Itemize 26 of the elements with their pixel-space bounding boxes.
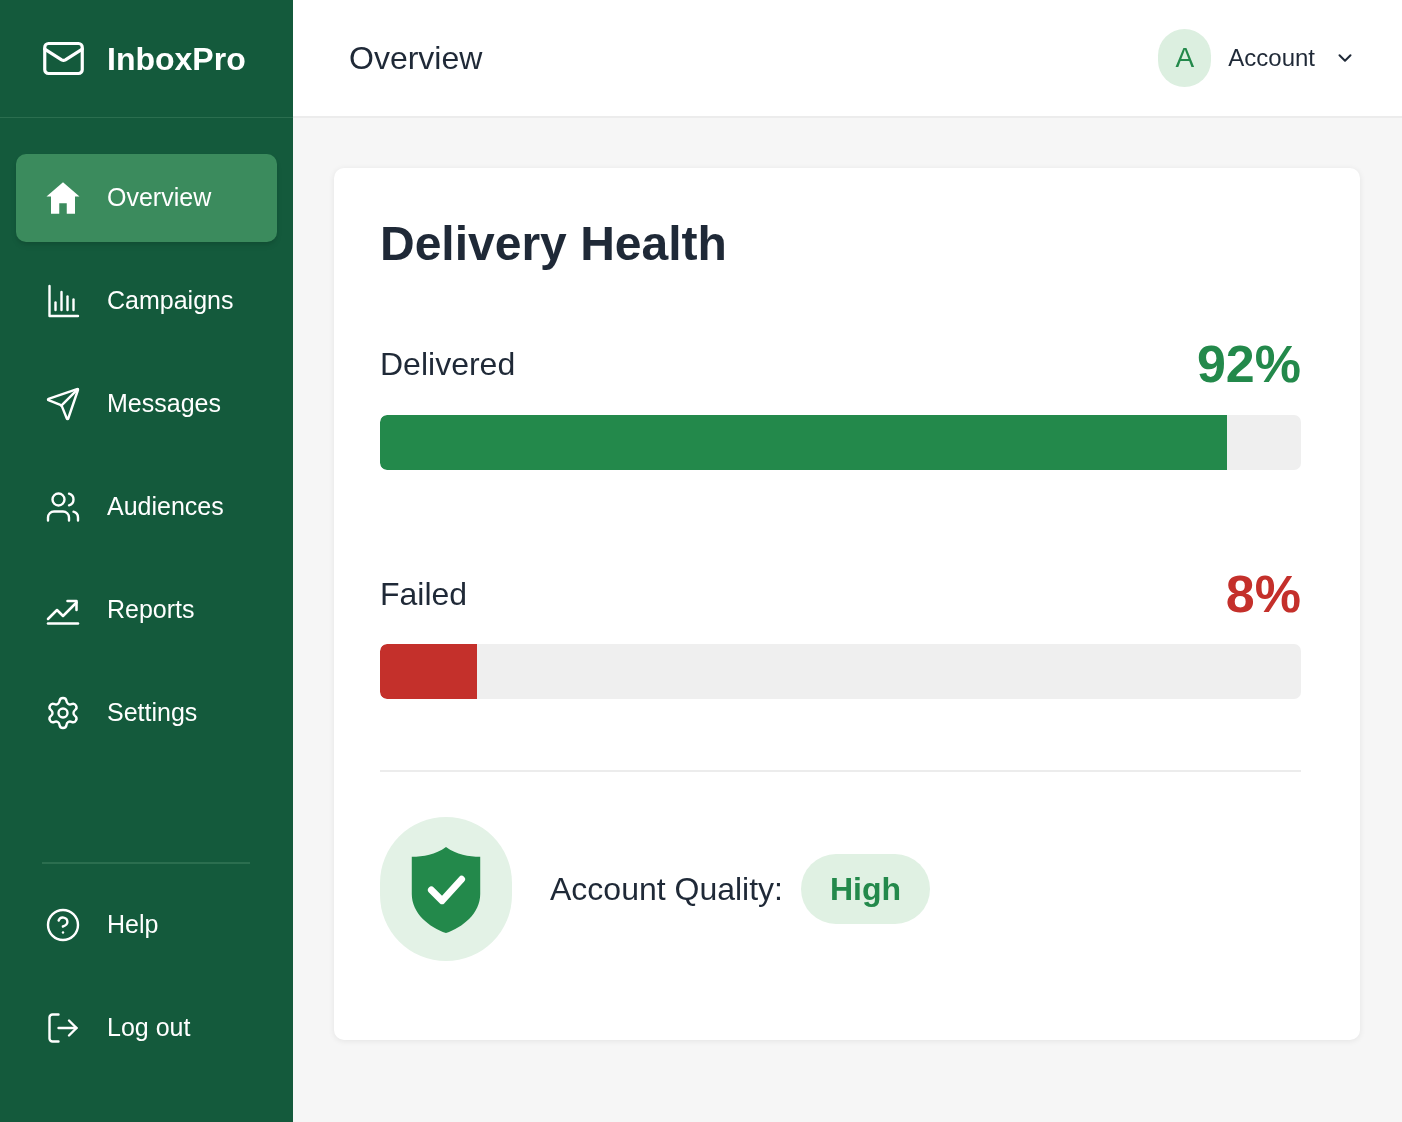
sidebar-item[interactable]: Audiences bbox=[16, 463, 277, 551]
settings-icon bbox=[45, 695, 81, 731]
logout-icon bbox=[45, 1010, 81, 1046]
paper-plane-icon bbox=[45, 386, 81, 422]
sidebar-item[interactable]: Campaigns bbox=[16, 257, 277, 345]
page-title: Overview bbox=[349, 39, 483, 78]
quality-badge: High bbox=[801, 854, 930, 924]
sidebar-item[interactable]: Settings bbox=[16, 669, 277, 757]
users-icon bbox=[45, 489, 81, 525]
sidebar-item[interactable]: Reports bbox=[16, 566, 277, 654]
sidebar-item[interactable]: Help bbox=[16, 881, 277, 969]
metric-label: Failed bbox=[380, 575, 468, 614]
sidebar-item[interactable]: Log out bbox=[16, 984, 277, 1072]
metric-value: 8% bbox=[1225, 564, 1301, 625]
sidebar-item[interactable]: Messages bbox=[16, 360, 277, 448]
account-menu[interactable]: A Account bbox=[1158, 29, 1356, 87]
brand-name: InboxPro bbox=[107, 39, 246, 79]
sidebar-item[interactable]: Overview bbox=[16, 154, 277, 242]
home-icon bbox=[45, 180, 81, 216]
help-icon bbox=[45, 907, 81, 943]
bar-chart-icon bbox=[45, 283, 81, 319]
quality-label: Account Quality: bbox=[550, 870, 783, 909]
metric-value: 92% bbox=[1196, 334, 1301, 395]
avatar: A bbox=[1158, 29, 1212, 87]
card-title: Delivery Health bbox=[380, 216, 727, 272]
metric-label: Delivered bbox=[380, 345, 516, 384]
